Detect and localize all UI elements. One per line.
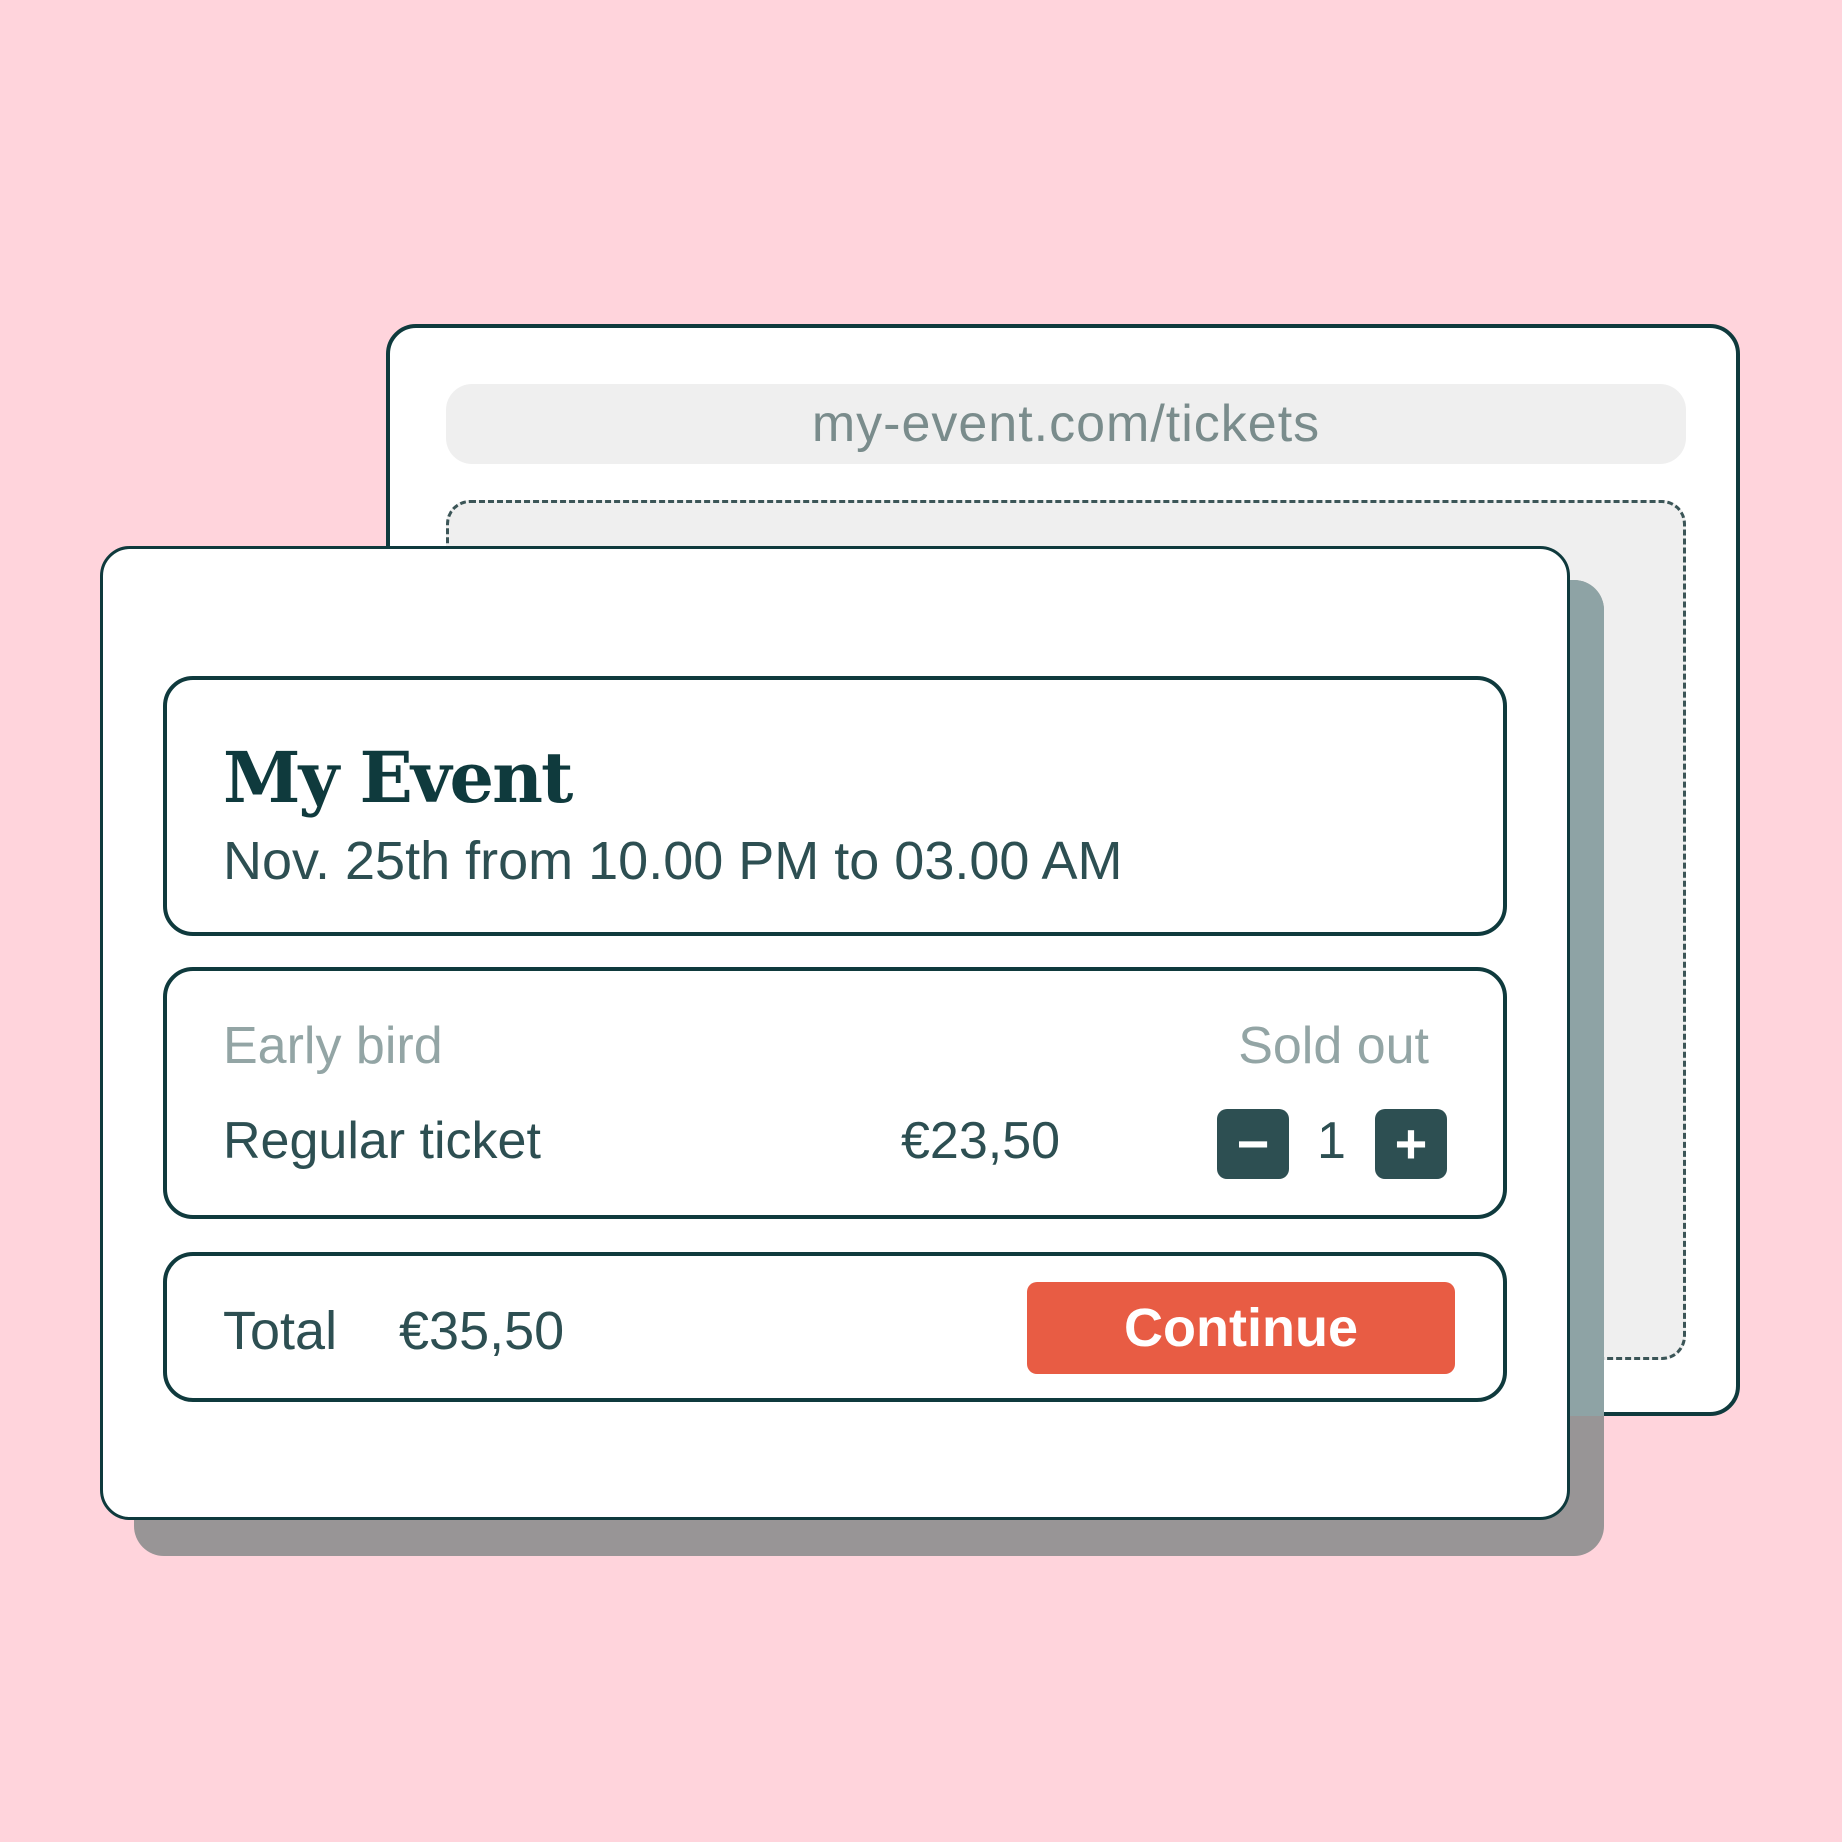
increment-quantity-button[interactable]: + [1375,1109,1447,1179]
ticket-list-card: Early bird Sold out Regular ticket €23,5… [163,967,1507,1219]
event-date: Nov. 25th from 10.00 PM to 03.00 AM [223,831,1123,891]
plus-icon: + [1394,1112,1428,1175]
regular-ticket-label: Regular ticket [223,1112,541,1170]
event-title: My Event [223,736,573,819]
address-bar[interactable]: my-event.com/tickets [446,384,1686,464]
sold-out-status: Sold out [1238,1017,1429,1075]
quantity-value: 1 [1317,1112,1346,1170]
regular-ticket-price: €23,50 [901,1112,1061,1170]
event-info-card: My Event Nov. 25th from 10.00 PM to 03.0… [163,676,1507,936]
decrement-quantity-button[interactable]: − [1217,1109,1289,1179]
total-amount: €35,50 [399,1301,565,1361]
total-label: Total [223,1301,338,1361]
ticket-widget: My Event Nov. 25th from 10.00 PM to 03.0… [100,546,1570,1520]
continue-button[interactable]: Continue [1027,1282,1455,1374]
checkout-card: Total €35,50 Continue [163,1252,1507,1402]
minus-icon: − [1236,1112,1270,1175]
early-bird-label: Early bird [223,1017,443,1075]
